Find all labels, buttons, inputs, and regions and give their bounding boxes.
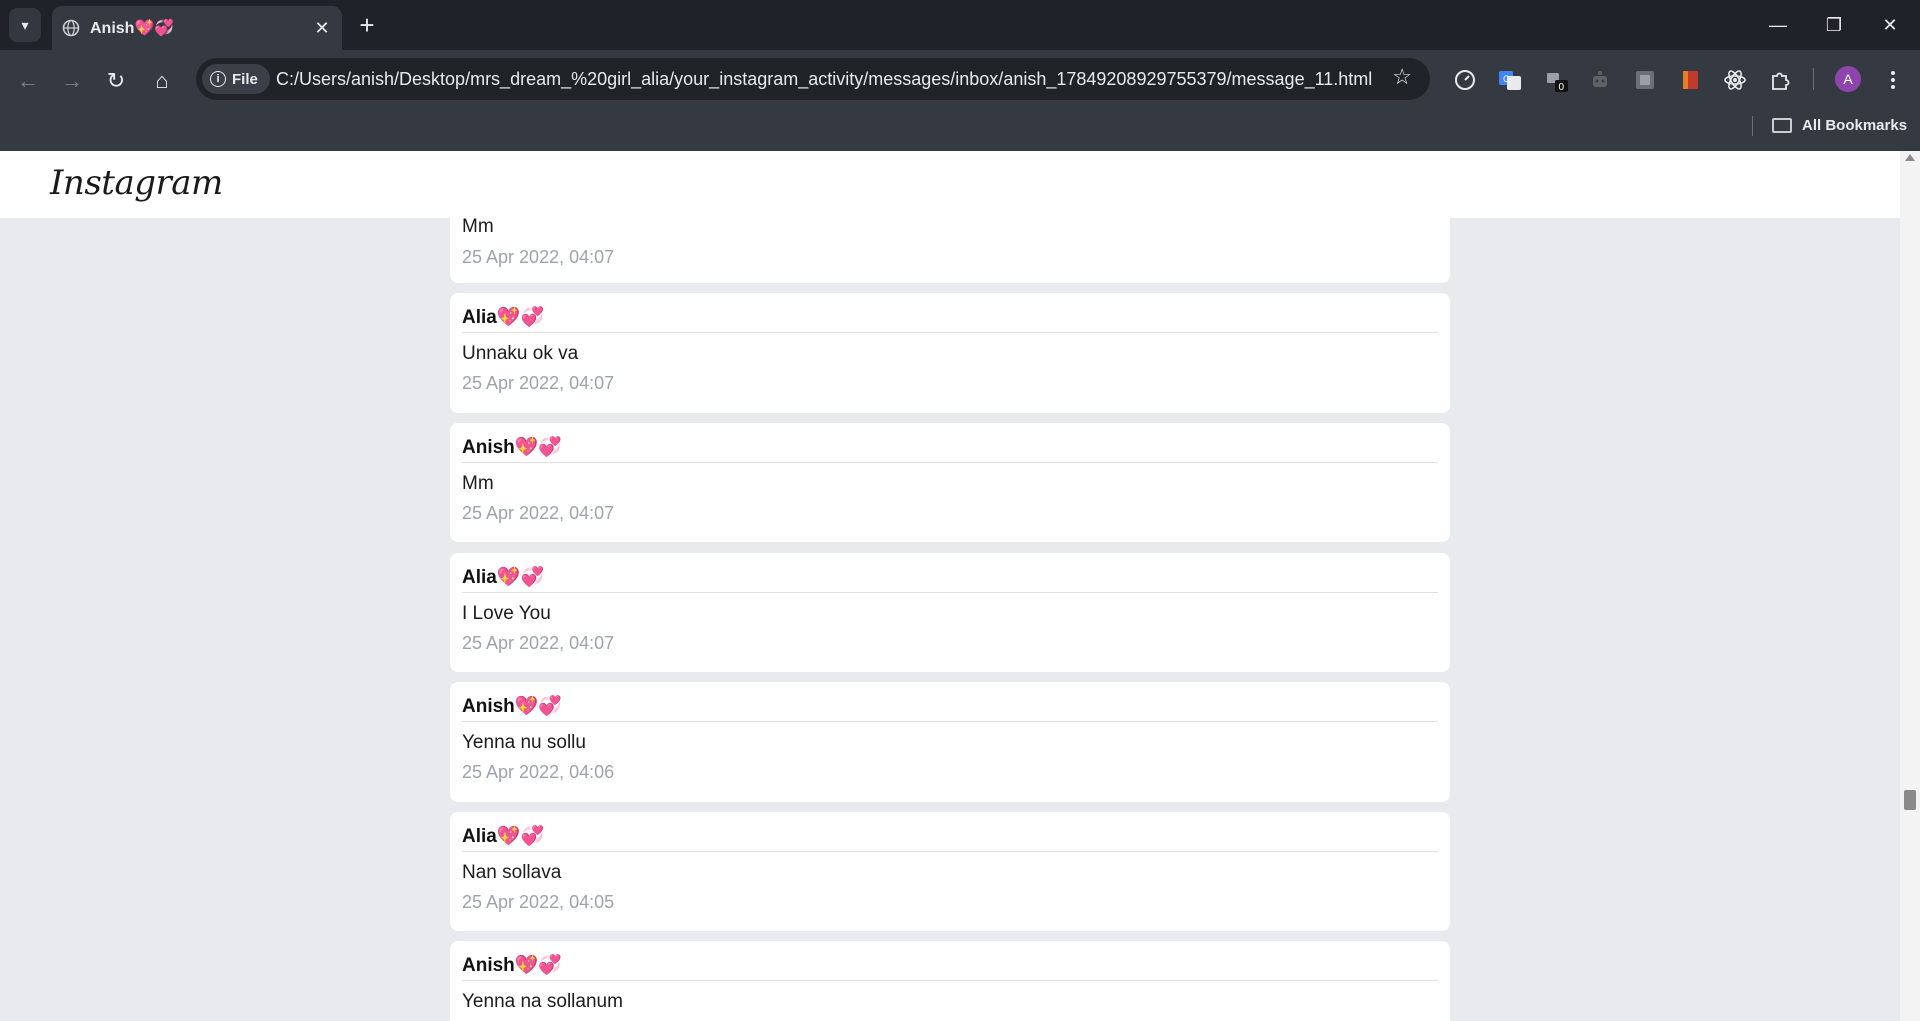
message-text: Yenna na sollanum xyxy=(462,991,623,1012)
all-bookmarks-button[interactable]: All Bookmarks xyxy=(1772,112,1907,138)
more-menu-icon[interactable] xyxy=(1880,67,1906,93)
bookmark-star-icon[interactable]: ☆ xyxy=(1392,64,1412,90)
react-devtools-icon[interactable] xyxy=(1722,67,1748,93)
message-text: Unnaku ok va xyxy=(462,343,579,364)
message-sender: Anish💖💞 xyxy=(462,437,563,458)
extension-badge-count: 0 xyxy=(1559,82,1565,92)
message-text: Yenna nu sollu xyxy=(462,732,586,753)
instagram-header: Instagram xyxy=(0,151,1900,218)
minimize-button[interactable]: — xyxy=(1750,0,1806,50)
window-close-button[interactable]: ✕ xyxy=(1862,0,1918,50)
message-divider xyxy=(462,462,1438,463)
extensions-puzzle-icon[interactable] xyxy=(1768,67,1794,93)
reload-button[interactable]: ↻ xyxy=(98,63,134,99)
close-tab-icon[interactable]: ✕ xyxy=(312,18,332,38)
bookmarks-bar xyxy=(0,112,1920,151)
message-timestamp: 25 Apr 2022, 04:06 xyxy=(462,762,615,782)
message-text: Mm xyxy=(462,473,494,494)
back-button[interactable]: ← xyxy=(10,63,46,99)
speedometer-extension-icon[interactable] xyxy=(1452,67,1478,93)
svg-text:G: G xyxy=(1503,74,1510,84)
screenshot-extension-icon[interactable] xyxy=(1632,67,1658,93)
tab-title: Anish💖💞 xyxy=(90,20,175,37)
chevron-down-icon: ▾ xyxy=(21,16,29,33)
url-text[interactable]: C:/Users/anish/Desktop/mrs_dream_%20girl… xyxy=(276,58,1372,100)
profile-avatar[interactable]: A xyxy=(1835,66,1861,92)
message-divider xyxy=(462,721,1438,722)
bookmarks-divider xyxy=(1752,116,1753,136)
bookmark-extension-icon[interactable] xyxy=(1677,67,1703,93)
message-divider xyxy=(462,851,1438,852)
message-text: I Love You xyxy=(462,603,551,624)
toolbar-divider xyxy=(1813,68,1814,90)
instagram-logo: Instagram xyxy=(50,163,223,203)
message-divider xyxy=(462,980,1438,981)
home-button[interactable]: ⌂ xyxy=(144,63,180,99)
message-card: Anish💖💞 Mm 25 Apr 2022, 04:07 xyxy=(450,423,1450,542)
message-card: Anish💖💞 Yenna nu sollu 25 Apr 2022, 04:0… xyxy=(450,682,1450,802)
message-divider xyxy=(462,592,1438,593)
site-info-chip[interactable]: i File xyxy=(202,64,270,94)
message-sender: Anish💖💞 xyxy=(462,696,563,717)
info-icon: i xyxy=(210,71,226,87)
message-timestamp: 25 Apr 2022, 04:07 xyxy=(462,373,615,393)
message-card: Alia💖💞 I Love You 25 Apr 2022, 04:07 xyxy=(450,553,1450,672)
message-timestamp: 25 Apr 2022, 04:07 xyxy=(462,633,615,653)
tab-search-button[interactable]: ▾ xyxy=(9,8,41,42)
page-scrollbar[interactable] xyxy=(1900,151,1920,1021)
robot-extension-icon[interactable] xyxy=(1587,67,1613,93)
scrollbar-thumb[interactable] xyxy=(1904,790,1916,810)
message-sender: Anish💖💞 xyxy=(462,955,563,976)
globe-icon xyxy=(62,19,80,37)
tab-counter-extension-icon[interactable]: 0 xyxy=(1543,67,1569,93)
message-card: Alia💖💞 Nan sollava 25 Apr 2022, 04:05 xyxy=(450,812,1450,931)
message-sender: Alia💖💞 xyxy=(462,567,545,588)
folder-icon xyxy=(1772,117,1792,133)
message-card: Alia💖💞 Unnaku ok va 25 Apr 2022, 04:07 xyxy=(450,293,1450,413)
address-bar[interactable]: i File C:/Users/anish/Desktop/mrs_dream_… xyxy=(196,58,1430,100)
message-timestamp: 25 Apr 2022, 04:07 xyxy=(462,247,615,267)
browser-tab[interactable]: Anish💖💞 ✕ xyxy=(52,6,342,50)
page-viewport: Instagram Mm 25 Apr 2022, 04:07 Alia💖💞 U… xyxy=(0,151,1900,1021)
message-divider xyxy=(462,332,1438,333)
site-info-label: File xyxy=(232,70,258,88)
message-card: Anish💖💞 Yenna na sollanum xyxy=(450,941,1450,1021)
message-sender: Alia💖💞 xyxy=(462,826,545,847)
restore-button[interactable]: ❐ xyxy=(1806,0,1862,50)
all-bookmarks-label: All Bookmarks xyxy=(1802,116,1908,134)
forward-button[interactable]: → xyxy=(54,63,90,99)
message-timestamp: 25 Apr 2022, 04:05 xyxy=(462,892,615,912)
message-text: Mm xyxy=(462,216,494,237)
message-timestamp: 25 Apr 2022, 04:07 xyxy=(462,503,615,523)
message-sender: Alia💖💞 xyxy=(462,307,545,328)
message-text: Nan sollava xyxy=(462,862,562,883)
scroll-up-arrow-icon[interactable] xyxy=(1905,154,1915,161)
translate-extension-icon[interactable]: G xyxy=(1497,67,1523,93)
new-tab-button[interactable]: + xyxy=(352,10,382,40)
